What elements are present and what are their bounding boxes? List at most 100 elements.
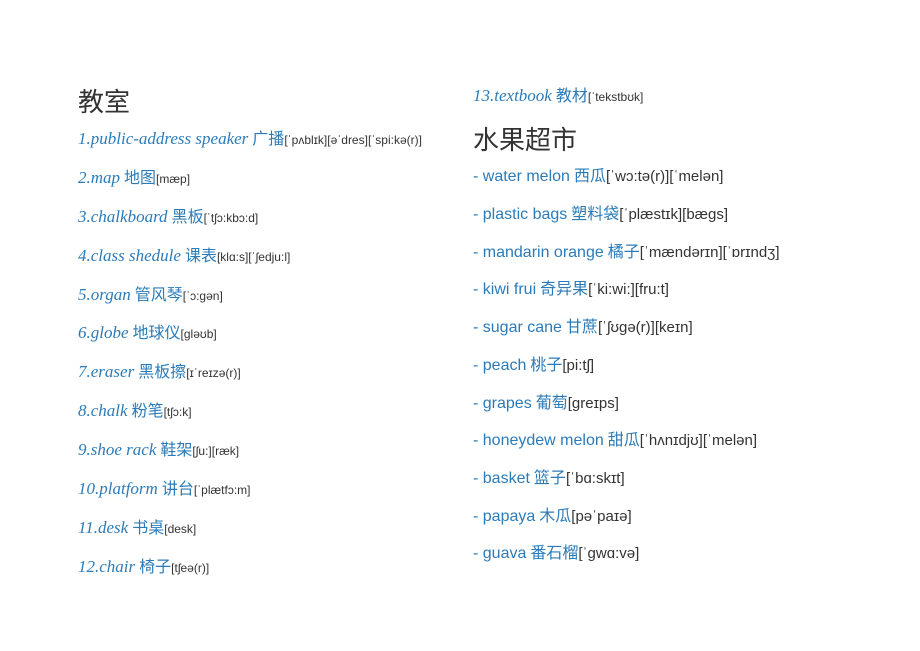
entry: 1.public-address speaker 广播[ˈpʌblɪk][əˈd… [78,129,473,149]
entry: - peach 桃子[pi:tʃ] [473,356,868,375]
entry: - papaya 木瓜[pəˈpaɪə] [473,507,868,526]
dash: - [473,206,483,223]
num: 10. [78,479,99,498]
cn: 讲台 [158,481,194,498]
num: 5. [78,285,91,304]
entry: - grapes 葡萄[greɪps] [473,394,868,413]
word: plastic bags [483,206,568,223]
ipa: [ˈʃʊgə(r)][keɪn] [598,319,693,336]
entry: - basket 篮子[ˈbɑ:skɪt] [473,469,868,488]
num: 1. [78,129,91,148]
dash: - [473,168,483,185]
word: class shedule [91,246,181,265]
entry: 4.class shedule 课表[klɑ:s][ˈʃedju:l] [78,246,473,266]
num: 6. [78,323,91,342]
ipa: [ʃu:][ræk] [192,444,239,458]
cn: 西瓜 [570,168,606,185]
dash: - [473,470,483,487]
ipa: [ˈhʌnɪdjʊ][ˈmelən] [640,432,757,449]
entry: - water melon 西瓜[ˈwɔ:tə(r)][ˈmelən] [473,167,868,186]
word: platform [99,479,158,498]
entry: 7.eraser 黑板擦[ɪˈreɪzə(r)] [78,362,473,382]
cn: 地图 [120,170,156,187]
cn: 葡萄 [532,395,568,412]
ipa: [tʃɔ:k] [164,405,192,419]
cn: 鞋架 [156,442,192,459]
cn: 地球仪 [129,325,181,342]
ipa: [desk] [164,522,196,536]
word: basket [483,470,530,487]
entry: 11.desk 书桌[desk] [78,518,473,538]
entry: 8.chalk 粉笔[tʃɔ:k] [78,401,473,421]
entry: - honeydew melon 甜瓜[ˈhʌnɪdjʊ][ˈmelən] [473,431,868,450]
heading-classroom: 教室 [78,82,473,119]
word: sugar cane [483,319,562,336]
dash: - [473,508,483,525]
cn: 橘子 [604,244,640,261]
cn: 课表 [181,248,217,265]
cn: 椅子 [135,559,171,576]
dash: - [473,281,483,298]
word: kiwi frui [483,281,536,298]
word: globe [91,323,129,342]
num: 2. [78,168,91,187]
cn: 黑板 [168,209,204,226]
word: map [91,168,120,187]
ipa: [ˈgwɑ:və] [578,545,639,562]
dash: - [473,432,483,449]
entry: 9.shoe rack 鞋架[ʃu:][ræk] [78,440,473,460]
num: 11. [78,518,98,537]
cn: 书桌 [128,520,164,537]
entry: 10.platform 讲台[ˈplætfɔ:m] [78,479,473,499]
ipa: [ˈplæstɪk][bægs] [619,206,728,223]
entry: 12.chair 椅子[tʃeə(r)] [78,557,473,577]
word: chalkboard [91,207,168,226]
entry: - mandarin orange 橘子[ˈmændərɪn][ˈɒrɪndʒ] [473,243,868,262]
ipa: [gləʊb] [181,327,217,341]
entry: 6.globe 地球仪[gləʊb] [78,323,473,343]
entry: 3.chalkboard 黑板[ˈtʃɔ:kbɔ:d] [78,207,473,227]
cn: 木瓜 [535,508,571,525]
left-column: 教室 1.public-address speaker 广播[ˈpʌblɪk][… [78,78,473,651]
word: organ [91,285,131,304]
ipa: [ˈki:wi:][fru:t] [588,281,669,298]
ipa: [ˈmændərɪn][ˈɒrɪndʒ] [640,244,780,261]
ipa: [pi:tʃ] [562,357,594,374]
num: 7. [78,362,91,381]
num: 13. [473,86,494,105]
num: 4. [78,246,91,265]
cn: 桃子 [526,357,562,374]
cn: 甘蔗 [562,319,598,336]
word: peach [483,357,527,374]
entry: - guava 番石榴[ˈgwɑ:və] [473,544,868,563]
num: 3. [78,207,91,226]
cn: 广播 [248,131,284,148]
cn: 篮子 [530,470,566,487]
word: water melon [483,168,570,185]
word: grapes [483,395,532,412]
ipa: [ˈtekstbʊk] [588,90,644,104]
ipa: [ˈtʃɔ:kbɔ:d] [204,211,259,225]
cn: 奇异果 [536,281,588,298]
word: eraser [91,362,134,381]
cn: 管风琴 [131,287,183,304]
cn: 番石榴 [526,545,578,562]
word: textbook [494,86,552,105]
word: desk [98,518,128,537]
dash: - [473,357,483,374]
word: honeydew melon [483,432,604,449]
entry: - sugar cane 甘蔗[ˈʃʊgə(r)][keɪn] [473,318,868,337]
ipa: [ˈpʌblɪk][əˈdres][ˈspi:kə(r)] [284,133,422,147]
ipa: [ˈbɑ:skɪt] [566,470,625,487]
ipa: [klɑ:s][ˈʃedju:l] [217,250,290,264]
cn: 教材 [552,88,588,105]
ipa: [ˈwɔ:tə(r)][ˈmelən] [606,168,724,185]
num: 8. [78,401,91,420]
dash: - [473,395,483,412]
word: public-address speaker [91,129,249,148]
word: shoe rack [91,440,157,459]
entry: 5.organ 管风琴[ˈɔ:gən] [78,285,473,305]
ipa: [mæp] [156,172,190,186]
entry: 2.map 地图[mæp] [78,168,473,188]
word: guava [483,545,527,562]
